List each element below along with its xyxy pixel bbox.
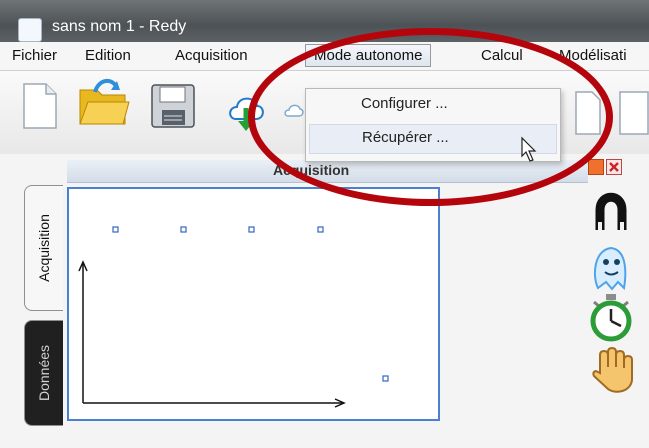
title-bar: sans nom 1 - Redy: [0, 0, 649, 42]
menu-bar: Fichier Edition Acquisition Mode autonom…: [0, 42, 649, 71]
menu-item-configurer-label: Configurer ...: [361, 95, 448, 112]
menu-modelisation[interactable]: Modélisati: [559, 47, 627, 64]
document-icon[interactable]: [612, 85, 649, 139]
tab-donnees-label: Données: [36, 344, 52, 402]
plot-canvas: [78, 226, 389, 408]
stopwatch-icon[interactable]: [586, 292, 636, 342]
tab-donnees[interactable]: Données: [24, 320, 63, 426]
app-icon: [18, 18, 42, 42]
menu-item-configurer[interactable]: Configurer ...: [309, 91, 555, 119]
window-title: sans nom 1 - Redy: [52, 18, 187, 35]
tab-acquisition-label: Acquisition: [36, 214, 52, 282]
hand-icon[interactable]: [586, 345, 636, 395]
panel-header: Acquisition: [67, 160, 588, 183]
menu-calcul[interactable]: Calcul: [481, 47, 523, 64]
plot-area[interactable]: [67, 187, 440, 421]
mouse-cursor-icon: [521, 136, 537, 162]
menu-fichier[interactable]: Fichier: [12, 47, 57, 64]
cloud-icon[interactable]: [284, 100, 306, 126]
menu-item-recuperer-label: Récupérer ...: [362, 129, 449, 146]
menu-mode-autonome[interactable]: Mode autonome: [305, 44, 432, 67]
data-point: [248, 226, 255, 233]
cloud-download-icon[interactable]: [226, 88, 266, 138]
open-folder-icon[interactable]: [77, 76, 131, 132]
menu-acquisition[interactable]: Acquisition: [175, 47, 248, 64]
close-icon[interactable]: [606, 159, 622, 175]
ghost-icon[interactable]: [586, 242, 636, 292]
panel-color-button[interactable]: [588, 159, 604, 175]
panel-title: Acquisition: [273, 162, 350, 178]
data-point: [317, 226, 324, 233]
tab-acquisition[interactable]: Acquisition: [24, 185, 63, 311]
menu-edition[interactable]: Edition: [85, 47, 131, 64]
copy-document-icon[interactable]: [570, 85, 610, 139]
data-point: [180, 226, 187, 233]
magnet-icon[interactable]: [586, 190, 636, 240]
new-document-icon[interactable]: [20, 81, 60, 131]
data-point: [382, 375, 389, 382]
save-icon[interactable]: [150, 83, 198, 131]
data-point: [112, 226, 119, 233]
